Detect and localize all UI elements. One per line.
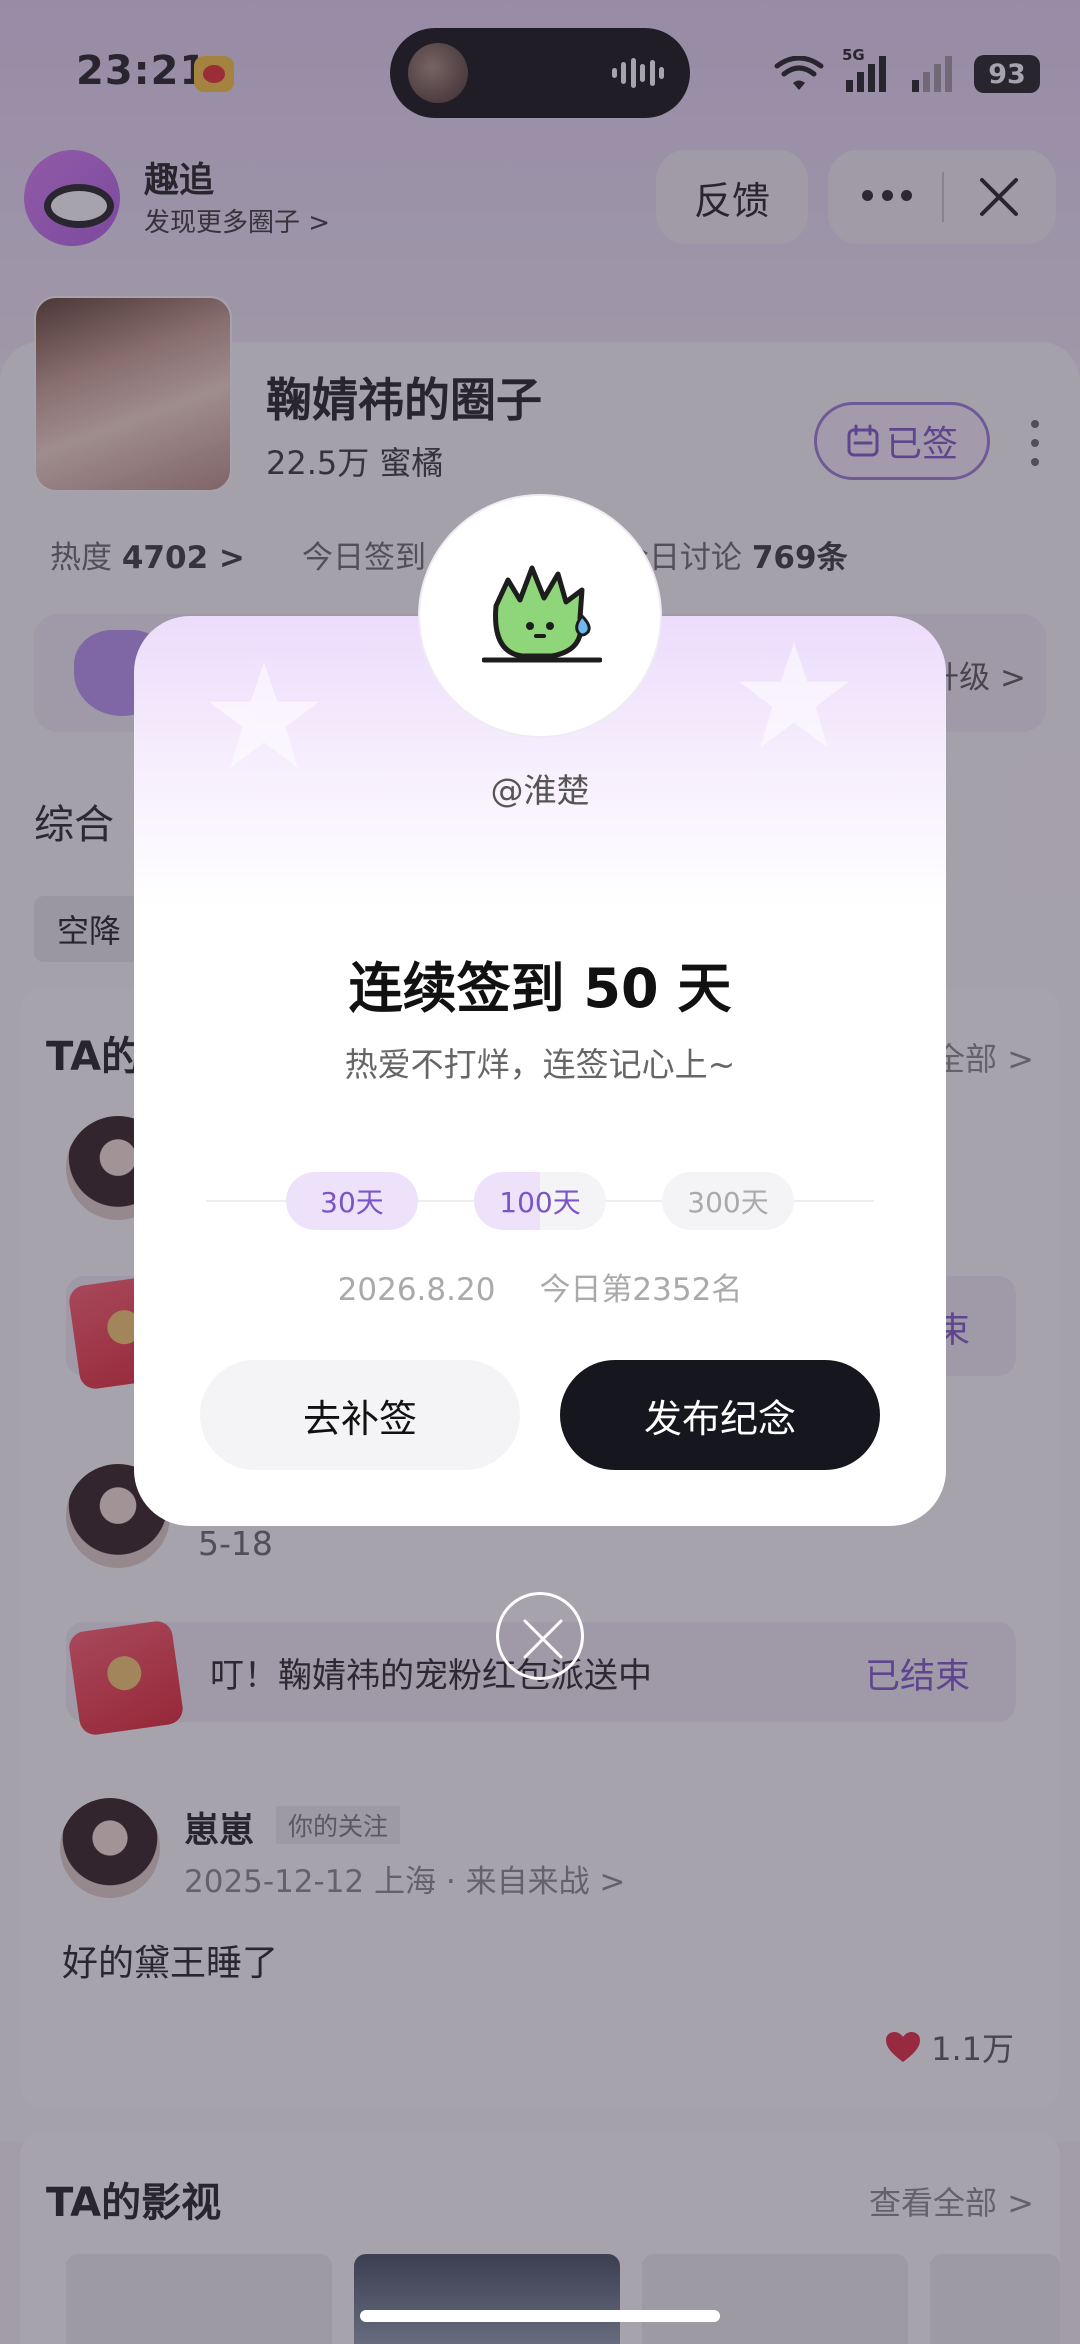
user-avatar bbox=[418, 494, 662, 738]
star-decoration-icon bbox=[738, 642, 850, 748]
checkin-date: 2026.8.20 bbox=[337, 1272, 496, 1308]
publish-memorial-button[interactable]: 发布纪念 bbox=[560, 1360, 880, 1470]
home-indicator[interactable] bbox=[360, 2310, 720, 2322]
star-decoration-icon bbox=[208, 662, 320, 768]
plant-avatar-icon bbox=[482, 565, 602, 663]
checkin-meta: 2026.8.20 今日第2352名 bbox=[0, 1264, 1080, 1309]
makeup-checkin-button[interactable]: 去补签 bbox=[200, 1360, 520, 1470]
milestone-100: 100天 bbox=[474, 1172, 606, 1230]
modal-close-button[interactable] bbox=[496, 1592, 584, 1680]
milestone-300: 300天 bbox=[662, 1172, 794, 1230]
checkin-rank: 今日第2352名 bbox=[539, 1272, 743, 1308]
user-handle: @淮楚 bbox=[490, 771, 590, 810]
modal-subtitle: 热爱不打烊，连签记心上~ bbox=[344, 1045, 736, 1084]
close-icon bbox=[523, 1619, 563, 1659]
milestone-30: 30天 bbox=[286, 1172, 418, 1230]
modal-title: 连续签到 50 天 bbox=[348, 957, 732, 1020]
